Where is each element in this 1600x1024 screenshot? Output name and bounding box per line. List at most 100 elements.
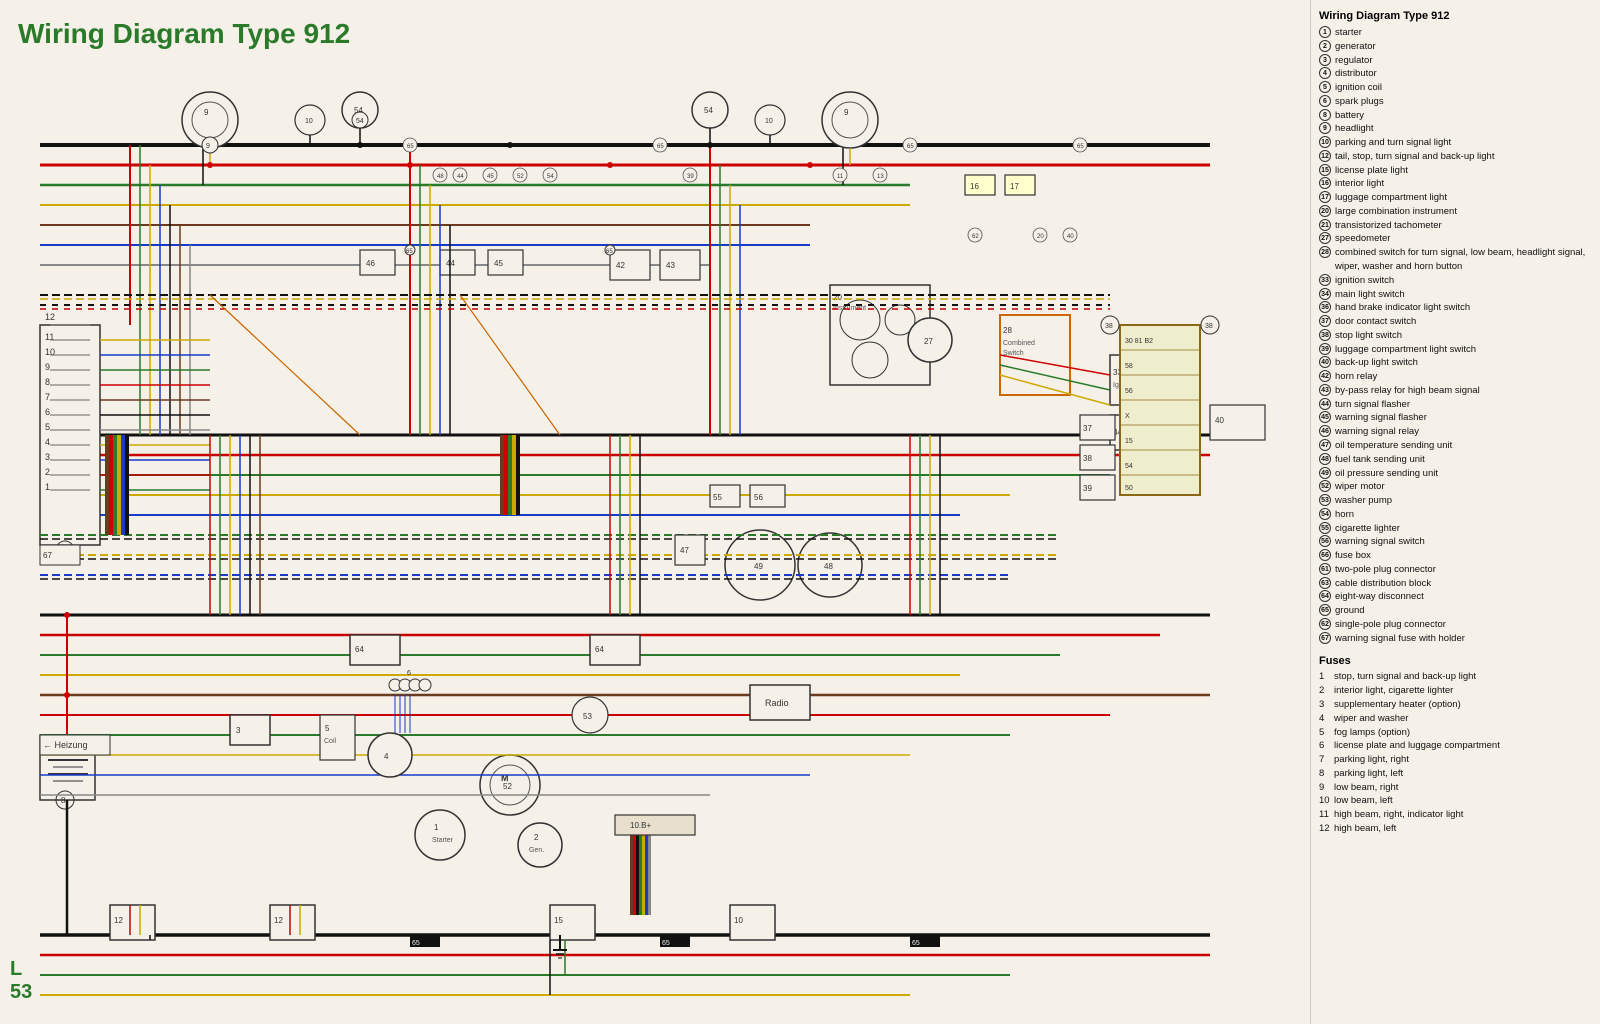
legend-item: 4distributor — [1319, 67, 1592, 81]
fuse-item: 4wiper and washer — [1319, 712, 1592, 726]
svg-text:4: 4 — [45, 437, 50, 447]
legend-item: 48fuel tank sending unit — [1319, 453, 1592, 467]
svg-text:52: 52 — [503, 782, 512, 791]
legend-number: 52 — [1319, 480, 1331, 492]
legend-item: 54horn — [1319, 508, 1592, 522]
svg-text:10: 10 — [734, 916, 743, 925]
legend-number: 55 — [1319, 522, 1331, 534]
legend-number: 66 — [1319, 549, 1331, 561]
svg-text:64: 64 — [355, 645, 364, 654]
legend-label: warning signal switch — [1335, 535, 1425, 549]
legend-label: back-up light switch — [1335, 356, 1418, 370]
legend-label: horn — [1335, 508, 1354, 522]
page-label: L53 — [10, 958, 32, 1004]
fuse-number: 11 — [1319, 808, 1331, 822]
svg-text:7: 7 — [45, 392, 50, 402]
legend-item: 45warning signal flasher — [1319, 411, 1592, 425]
legend-number: 17 — [1319, 191, 1331, 203]
svg-text:Combined: Combined — [1003, 340, 1035, 347]
legend-label: parking and turn signal light — [1335, 136, 1451, 150]
legend-number: 43 — [1319, 384, 1331, 396]
legend-label: generator — [1335, 40, 1376, 54]
fuse-number: 5 — [1319, 726, 1331, 740]
legend-label: speedometer — [1335, 232, 1390, 246]
legend-number: 27 — [1319, 232, 1331, 244]
legend-item: 55 cigarette lighter — [1319, 522, 1592, 536]
legend-label: interior light — [1335, 177, 1384, 191]
svg-text:40: 40 — [1067, 234, 1074, 240]
svg-text:← Heizung: ← Heizung — [43, 740, 88, 750]
legend-item: 46warning signal relay — [1319, 425, 1592, 439]
legend-label: tail, stop, turn signal and back-up ligh… — [1335, 150, 1494, 164]
svg-text:3: 3 — [45, 452, 50, 462]
legend-number: 28 — [1319, 246, 1331, 258]
legend-item: 6spark plugs — [1319, 95, 1592, 109]
fuse-label: parking light, left — [1334, 767, 1403, 781]
svg-text:5: 5 — [325, 724, 330, 733]
legend-label: spark plugs — [1335, 95, 1384, 109]
svg-text:8: 8 — [45, 377, 50, 387]
legend-number: 67 — [1319, 632, 1331, 644]
legend-number: 16 — [1319, 177, 1331, 189]
svg-text:65: 65 — [657, 144, 664, 150]
svg-text:38: 38 — [1083, 454, 1092, 463]
legend-item: 42horn relay — [1319, 370, 1592, 384]
svg-text:65: 65 — [406, 249, 413, 255]
svg-text:1: 1 — [45, 482, 50, 492]
legend-label: two-pole plug connector — [1335, 563, 1436, 577]
legend-item: 62single-pole plug connector — [1319, 618, 1592, 632]
fuse-item: 3supplementary heater (option) — [1319, 698, 1592, 712]
legend-number: 38 — [1319, 329, 1331, 341]
fuse-number: 3 — [1319, 698, 1331, 712]
legend-number: 3 — [1319, 54, 1331, 66]
legend-label: by-pass relay for high beam signal — [1335, 384, 1480, 398]
svg-text:38: 38 — [1105, 323, 1113, 330]
legend-item: 15license plate light — [1319, 164, 1592, 178]
legend-item: 37door contact switch — [1319, 315, 1592, 329]
legend-label: door contact switch — [1335, 315, 1416, 329]
legend-number: 2 — [1319, 40, 1331, 52]
svg-text:50: 50 — [1125, 485, 1133, 492]
legend-item: 20large combination instrument — [1319, 205, 1592, 219]
legend-label: horn relay — [1335, 370, 1377, 384]
legend-item: 28combined switch for turn signal, low b… — [1319, 246, 1592, 274]
fuse-label: parking light, right — [1334, 753, 1409, 767]
svg-text:37: 37 — [1083, 424, 1092, 433]
legend-item: 10parking and turn signal light — [1319, 136, 1592, 150]
fuse-number: 9 — [1319, 781, 1331, 795]
svg-text:8: 8 — [61, 796, 66, 805]
fuse-label: stop, turn signal and back-up light — [1334, 670, 1476, 684]
legend-label: warning signal relay — [1335, 425, 1419, 439]
svg-text:55: 55 — [713, 493, 722, 502]
legend-item: 65ground — [1319, 604, 1592, 618]
fuse-label: interior light, cigarette lighter — [1334, 684, 1453, 698]
legend-label: distributor — [1335, 67, 1377, 81]
legend-number: 21 — [1319, 219, 1331, 231]
svg-text:2: 2 — [534, 833, 539, 842]
legend-item: 5ignition coil — [1319, 81, 1592, 95]
svg-text:10: 10 — [305, 118, 313, 125]
legend-item: 52 wiper motor — [1319, 480, 1592, 494]
svg-text:65: 65 — [606, 249, 613, 255]
legend-label: ignition switch — [1335, 274, 1394, 288]
legend-label: luggage compartment light — [1335, 191, 1447, 205]
fuse-number: 12 — [1319, 822, 1331, 836]
svg-text:65: 65 — [907, 144, 914, 150]
svg-text:6: 6 — [45, 407, 50, 417]
legend-number: 45 — [1319, 411, 1331, 423]
legend-label: cigarette lighter — [1335, 522, 1400, 536]
legend-label: ground — [1335, 604, 1365, 618]
legend-number: 56 — [1319, 535, 1331, 547]
fuse-number: 2 — [1319, 684, 1331, 698]
legend-number: 47 — [1319, 439, 1331, 451]
svg-text:54: 54 — [356, 118, 364, 125]
legend-number: 5 — [1319, 81, 1331, 93]
svg-text:39: 39 — [687, 174, 694, 180]
legend-item: 17 luggage compartment light — [1319, 191, 1592, 205]
legend-label: warning signal fuse with holder — [1335, 632, 1465, 646]
svg-text:65: 65 — [407, 144, 414, 150]
legend-label: luggage compartment light switch — [1335, 343, 1476, 357]
legend-label: stop light switch — [1335, 329, 1402, 343]
legend-item: 40back-up light switch — [1319, 356, 1592, 370]
legend-label: wiper motor — [1335, 480, 1385, 494]
